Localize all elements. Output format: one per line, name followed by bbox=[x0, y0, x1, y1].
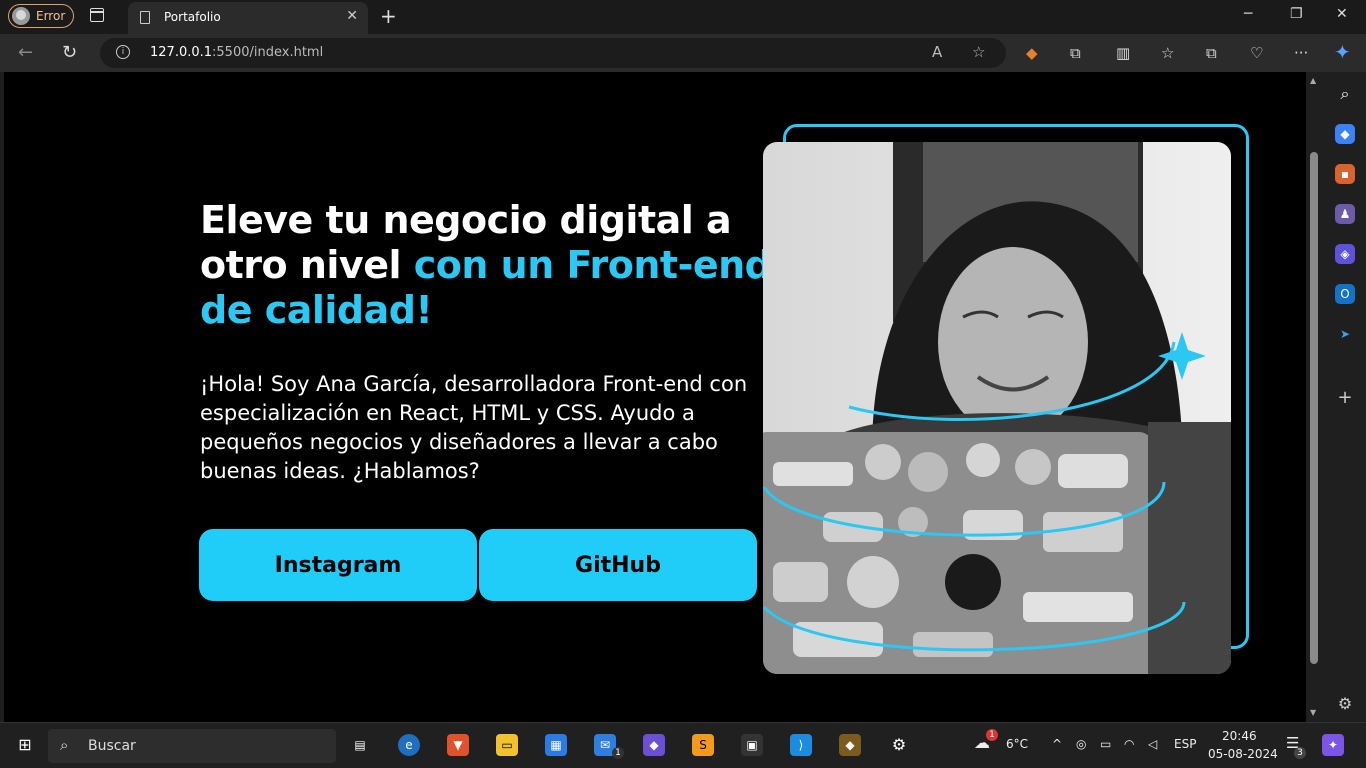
battery-icon[interactable]: ▭ bbox=[1100, 737, 1111, 751]
page-icon bbox=[140, 11, 150, 24]
intro-paragraph: ¡Hola! Soy Ana García, desarrolladora Fr… bbox=[200, 372, 748, 483]
reload-icon[interactable]: ↻ bbox=[62, 42, 77, 63]
close-tab-icon[interactable]: ✕ bbox=[346, 8, 358, 24]
search-icon[interactable]: ⌕ bbox=[1335, 84, 1355, 104]
vscode-icon[interactable]: ⟩ bbox=[790, 734, 812, 756]
copilot-tray-icon[interactable]: ✦ bbox=[1322, 734, 1344, 756]
scroll-down-icon[interactable]: ▼ bbox=[1310, 708, 1316, 717]
profile-button[interactable]: Error bbox=[8, 4, 74, 28]
edge-icon[interactable]: e bbox=[398, 734, 420, 756]
url-text: 127.0.0.1:5500/index.html bbox=[150, 45, 324, 60]
task-view-icon[interactable]: ▤ bbox=[349, 734, 371, 756]
hero-headline: Eleve tu negocio digital a otro nivel co… bbox=[200, 198, 780, 333]
orbit-decoration bbox=[762, 332, 1206, 652]
volume-icon[interactable]: ◁ bbox=[1148, 737, 1157, 751]
start-icon[interactable]: ⊞ bbox=[14, 734, 36, 756]
title-bar: Error Portafolio ✕ + ─ ❐ ✕ bbox=[0, 0, 1366, 34]
weather-temp[interactable]: 6°C bbox=[1006, 737, 1028, 751]
clock-time[interactable]: 20:46 bbox=[1222, 729, 1257, 743]
site-info-icon[interactable]: i bbox=[116, 45, 130, 59]
outlook-icon[interactable]: O bbox=[1335, 284, 1355, 304]
search-glass-icon: ⌕ bbox=[60, 736, 69, 754]
send-icon[interactable]: ➤ bbox=[1335, 324, 1355, 344]
address-field[interactable]: i 127.0.0.1:5500/index.html A ☆ bbox=[100, 38, 1006, 68]
extensions-icon[interactable]: ⧉ bbox=[1070, 44, 1081, 62]
shopping-icon[interactable]: ◆ bbox=[1335, 124, 1355, 144]
more-menu-icon[interactable]: ··· bbox=[1294, 44, 1308, 62]
collections-icon[interactable]: ⧉ bbox=[1206, 44, 1217, 62]
scroll-up-icon[interactable]: ▲ bbox=[1310, 76, 1316, 85]
metamask-icon[interactable]: ◆ bbox=[1026, 44, 1038, 62]
instagram-button[interactable]: Instagram bbox=[199, 529, 477, 601]
add-app-icon[interactable]: + bbox=[1335, 388, 1355, 408]
tab-title: Portafolio bbox=[164, 10, 221, 24]
copilot-icon[interactable]: ✦ bbox=[1334, 40, 1351, 64]
page-scrollbar[interactable]: ▲ ▼ bbox=[1306, 72, 1324, 722]
taskbar-search[interactable]: ⌕ Buscar bbox=[48, 729, 336, 763]
address-bar-row: ← ↻ i 127.0.0.1:5500/index.html A ☆ ◆ ⧉ … bbox=[0, 34, 1366, 72]
tray-chevron-icon[interactable]: ^ bbox=[1052, 737, 1062, 751]
mail-badge: 1 bbox=[612, 747, 624, 759]
scroll-thumb[interactable] bbox=[1310, 152, 1318, 664]
avatar-icon bbox=[12, 7, 30, 25]
sidebar-settings-icon[interactable]: ⚙ bbox=[1335, 694, 1355, 714]
copilot-taskbar-icon[interactable]: ◆ bbox=[643, 734, 665, 756]
minimize-icon[interactable]: ─ bbox=[1244, 6, 1252, 22]
language-indicator[interactable]: ESP bbox=[1174, 737, 1196, 751]
tab-portafolio[interactable]: Portafolio ✕ bbox=[128, 2, 368, 34]
page-viewport: Eleve tu negocio digital a otro nivel co… bbox=[4, 72, 1306, 722]
github-button[interactable]: GitHub bbox=[479, 529, 757, 601]
restore-icon[interactable]: ❐ bbox=[1290, 6, 1303, 22]
read-aloud-icon[interactable]: A bbox=[932, 43, 942, 61]
favorite-star-icon[interactable]: ☆ bbox=[972, 43, 985, 61]
split-screen-icon[interactable]: ▥ bbox=[1116, 44, 1130, 62]
sparkle-icon bbox=[1158, 332, 1206, 380]
search-label: Buscar bbox=[88, 738, 136, 754]
games-icon[interactable]: ♟ bbox=[1335, 204, 1355, 224]
favorites-icon[interactable]: ☆ bbox=[1161, 44, 1174, 62]
store-icon[interactable]: ▦ bbox=[545, 734, 567, 756]
file-explorer-icon[interactable]: ▭ bbox=[496, 734, 518, 756]
edge-sidebar: ⌕ ◆ ▪ ♟ ◈ O ➤ + ⚙ bbox=[1324, 72, 1366, 722]
profile-label: Error bbox=[36, 9, 66, 23]
taskbar: ⊞ ⌕ Buscar ▤ e ▼ ▭ ▦ ✉ 1 ◆ S ▣ ⟩ ◆ ⚙ ☁ 1… bbox=[0, 722, 1366, 768]
tools-icon[interactable]: ▪ bbox=[1335, 164, 1355, 184]
clock-date[interactable]: 05-08-2024 bbox=[1208, 747, 1278, 761]
microsoft365-icon[interactable]: ◈ bbox=[1335, 244, 1355, 264]
back-icon[interactable]: ← bbox=[18, 42, 33, 63]
wifi-icon[interactable]: ◠ bbox=[1124, 737, 1134, 751]
settings-icon[interactable]: ⚙ bbox=[888, 734, 910, 756]
git-icon[interactable]: ◆ bbox=[839, 734, 861, 756]
weather-badge: 1 bbox=[986, 729, 998, 741]
camera-icon[interactable]: ◎ bbox=[1076, 737, 1086, 751]
sublime-icon[interactable]: S bbox=[692, 734, 714, 756]
brave-icon[interactable]: ▼ bbox=[447, 734, 469, 756]
close-window-icon[interactable]: ✕ bbox=[1336, 6, 1348, 22]
tab-actions-icon[interactable] bbox=[90, 8, 104, 22]
new-tab-icon[interactable]: + bbox=[380, 4, 397, 28]
notification-count: 3 bbox=[1294, 747, 1306, 759]
terminal-icon[interactable]: ▣ bbox=[741, 734, 763, 756]
performance-icon[interactable]: ♡ bbox=[1250, 44, 1263, 62]
